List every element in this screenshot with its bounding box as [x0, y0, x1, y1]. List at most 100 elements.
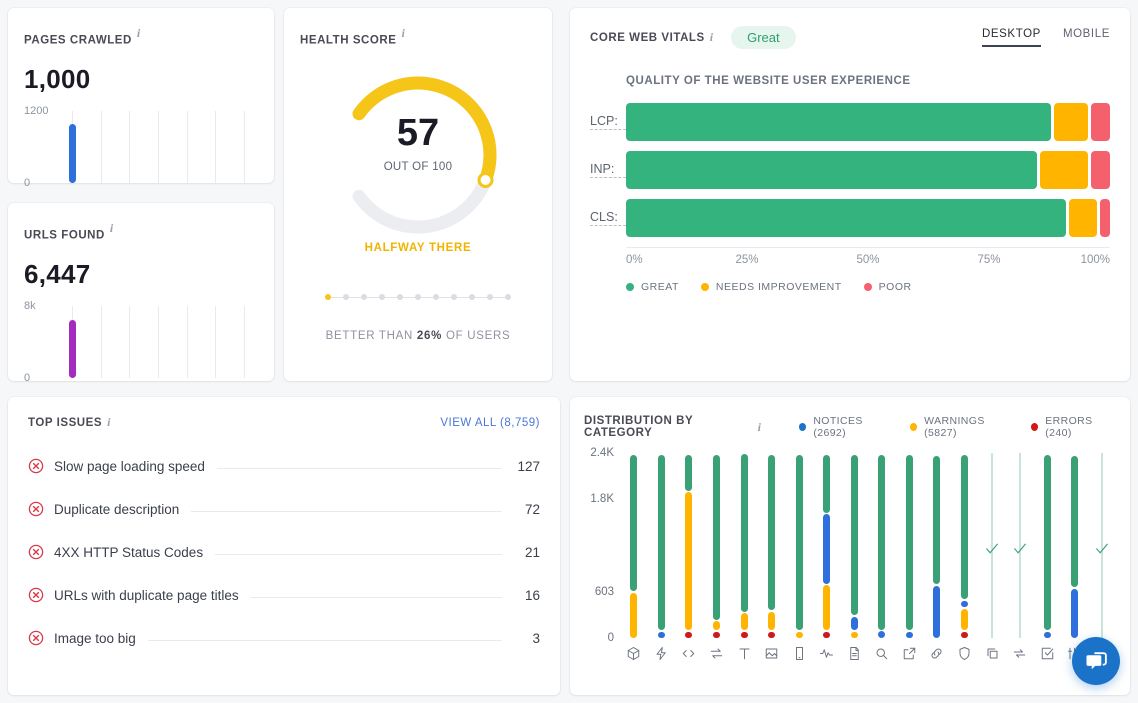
info-icon[interactable]: i — [107, 415, 110, 430]
analytics-icon[interactable] — [813, 646, 841, 661]
external-link-icon[interactable] — [896, 646, 924, 661]
distribution-column[interactable] — [841, 453, 869, 638]
mini-chart-slot — [172, 111, 201, 184]
copy-icon[interactable] — [978, 646, 1006, 661]
urls-found-value: 6,447 — [24, 259, 91, 290]
distribution-column[interactable] — [1006, 453, 1034, 638]
pages-crawled-header: PAGES CRAWLED i — [24, 26, 258, 48]
distribution-column[interactable] — [1033, 453, 1061, 638]
mini-chart-slot — [58, 111, 87, 184]
lightning-icon[interactable] — [648, 646, 676, 661]
legend-dot — [700, 283, 709, 291]
search-icon[interactable] — [868, 646, 896, 661]
distribution-column[interactable] — [978, 453, 1006, 638]
distribution-column[interactable] — [1061, 453, 1089, 638]
error-circle-icon — [28, 630, 44, 646]
health-score-gauge: 57 OUT OF 100 — [325, 62, 511, 248]
cwv-segment-poor — [1100, 199, 1111, 237]
status-badge: Great — [731, 26, 796, 49]
issue-leader-line — [250, 596, 502, 598]
mini-chart-slot — [87, 306, 116, 379]
distribution-column[interactable] — [868, 453, 896, 638]
issue-name: Slow page loading speed — [54, 458, 205, 474]
mini-chart-slot — [144, 111, 173, 184]
info-icon[interactable]: i — [110, 221, 113, 235]
legend-dot — [798, 423, 807, 431]
issue-row[interactable]: Slow page loading speed 127 — [28, 458, 540, 474]
cwv-axis-tick: 25% — [735, 254, 759, 266]
cwv-segment-great — [626, 151, 1038, 189]
info-icon[interactable]: i — [758, 420, 761, 435]
dot-connector — [331, 296, 343, 298]
mobile-icon[interactable] — [785, 646, 813, 661]
checkbox-icon[interactable] — [1033, 646, 1061, 661]
cwv-metric-label[interactable]: INP: — [590, 162, 626, 178]
info-icon[interactable]: i — [401, 26, 404, 40]
urls-found-axis-bottom: 0 — [24, 372, 31, 385]
info-icon[interactable]: i — [137, 26, 140, 40]
health-score-title: HEALTH SCORE — [300, 34, 397, 47]
health-score-card: HEALTH SCOREi 57 OUT OF 100 HALFWAY THER… — [284, 8, 552, 381]
distribution-column[interactable] — [785, 453, 813, 638]
view-all-link[interactable]: VIEW ALL (8,759) — [440, 417, 540, 429]
issue-row[interactable]: Image too big 3 — [28, 630, 540, 646]
issue-row[interactable]: Duplicate description 72 — [28, 501, 540, 517]
document-icon[interactable] — [841, 646, 869, 661]
sync-icon[interactable] — [1006, 646, 1034, 661]
dot-connector — [421, 296, 433, 298]
core-web-vitals-axis: 0% 25% 50% 75% 100% — [626, 247, 1110, 269]
cube-icon[interactable] — [620, 646, 648, 661]
cwv-axis-tick: 50% — [856, 254, 880, 266]
issue-row[interactable]: URLs with duplicate page titles 16 — [28, 587, 540, 603]
distribution-column[interactable] — [951, 453, 979, 638]
distribution-column[interactable] — [923, 453, 951, 638]
core-web-vitals-header: CORE WEB VITALS i Great DESKTOP MOBILE — [590, 26, 1110, 49]
cwv-metric-label[interactable]: CLS: — [590, 210, 626, 226]
shield-icon[interactable] — [951, 646, 979, 661]
distribution-column[interactable] — [758, 453, 786, 638]
dot-connector — [475, 296, 487, 298]
distribution-column[interactable] — [703, 453, 731, 638]
code-icon[interactable] — [675, 646, 703, 661]
distribution-column[interactable] — [675, 453, 703, 638]
image-icon[interactable] — [758, 646, 786, 661]
issue-count: 72 — [524, 501, 540, 517]
y-axis-tick: 0 — [607, 632, 614, 644]
legend-item: WARNINGS (5827) — [909, 415, 1013, 439]
tab-desktop[interactable]: DESKTOP — [981, 28, 1041, 47]
distribution-column[interactable] — [813, 453, 841, 638]
health-score-outof: OUT OF 100 — [383, 161, 453, 174]
link-icon[interactable] — [923, 646, 951, 661]
distribution-column[interactable] — [1089, 453, 1117, 638]
distribution-column[interactable] — [648, 453, 676, 638]
bar-segment-warnings — [740, 613, 748, 631]
mini-chart-bar — [68, 320, 76, 379]
text-icon[interactable] — [730, 646, 758, 661]
better-than-suffix: OF USERS — [445, 330, 511, 343]
mini-chart-slot — [172, 306, 201, 379]
tab-mobile[interactable]: MOBILE — [1063, 28, 1110, 47]
issue-row[interactable]: 4XX HTTP Status Codes 21 — [28, 544, 540, 560]
redirect-icon[interactable] — [703, 646, 731, 661]
issue-leader-line — [216, 467, 502, 469]
distribution-header: DISTRIBUTION BY CATEGORY i NOTICES (2692)… — [584, 415, 1116, 439]
dot-connector — [457, 296, 469, 298]
dashboard: PAGES CRAWLED i 1,000 1200 0 URLS FOUND i … — [0, 0, 1138, 703]
mini-chart-slot — [144, 306, 173, 379]
cwv-metric-label[interactable]: LCP: — [590, 114, 626, 130]
bar-segment-great — [850, 454, 858, 616]
distribution-column[interactable] — [896, 453, 924, 638]
distribution-column[interactable] — [730, 453, 758, 638]
urls-found-title: URLS FOUND — [24, 229, 105, 242]
chat-button[interactable] — [1072, 637, 1120, 685]
bar-segment-great — [795, 454, 803, 631]
mini-chart-slot — [58, 306, 87, 379]
top-issues-title: TOP ISSUES — [28, 417, 103, 429]
info-icon[interactable]: i — [710, 30, 713, 45]
cwv-segment-great — [626, 103, 1052, 141]
distribution-column[interactable] — [620, 453, 648, 638]
bar-segment-great — [1071, 456, 1079, 588]
chat-bubble-icon — [1086, 651, 1107, 669]
cwv-segment-needs — [1040, 151, 1088, 189]
cwv-axis-tick: 100% — [1080, 254, 1110, 266]
